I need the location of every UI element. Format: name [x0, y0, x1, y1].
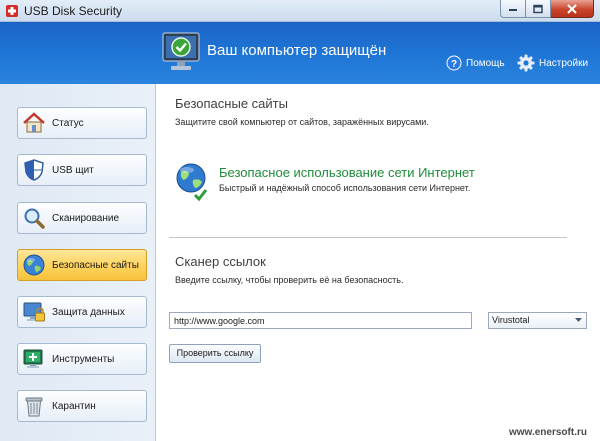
protected-monitor-icon: [162, 32, 200, 70]
sidebar-item-quarantine[interactable]: Карантин: [17, 390, 147, 422]
watermark: www.enersoft.ru: [509, 427, 587, 438]
app-logo-icon: [6, 5, 18, 17]
sidebar-item-tools[interactable]: Инструменты: [17, 343, 147, 375]
help-link[interactable]: ? Помощь: [446, 55, 505, 71]
safe-sites-title: Безопасные сайты: [175, 96, 288, 111]
gear-icon: [517, 54, 535, 72]
monitor-lock-icon: [23, 302, 45, 322]
link-scanner-title: Сканер ссылок: [175, 254, 266, 269]
sidebar-item-label: Инструменты: [52, 353, 115, 365]
help-label: Помощь: [466, 57, 505, 69]
maximize-icon: [533, 4, 543, 13]
protection-status-title: Ваш компьютер защищён: [207, 42, 387, 59]
sidebar-item-status[interactable]: Статус: [17, 107, 147, 139]
sidebar-item-label: USB щит: [52, 164, 94, 176]
safe-internet-title[interactable]: Безопасное использование сети Интернет: [219, 165, 475, 180]
chevron-down-icon: [575, 318, 582, 322]
sidebar-item-label: Безопасные сайты: [52, 259, 139, 271]
main-panel: Безопасные сайты Защитите свой компьютер…: [157, 84, 600, 441]
help-icon: ?: [446, 55, 462, 71]
home-icon: [23, 112, 45, 133]
safe-internet-description: Быстрый и надёжный способ использования …: [219, 183, 471, 193]
sidebar-item-data-protection[interactable]: Защита данных: [17, 296, 147, 328]
sidebar-item-label: Карантин: [52, 400, 96, 412]
status-header: Ваш компьютер защищён ? Помощь Настройки: [0, 22, 600, 84]
sidebar-item-scan[interactable]: Сканирование: [17, 202, 147, 234]
maximize-button[interactable]: [526, 0, 551, 18]
settings-label: Настройки: [539, 57, 589, 69]
window-title: USB Disk Security: [24, 4, 123, 18]
section-divider: [169, 237, 567, 238]
globe-icon: [23, 254, 45, 276]
magnifier-icon: [24, 208, 45, 229]
shield-icon: [24, 159, 44, 181]
safe-internet-globe-icon: [176, 163, 208, 202]
minimize-button[interactable]: [500, 0, 526, 18]
link-scanner-description: Введите ссылку, чтобы проверить её на бе…: [175, 275, 404, 285]
url-input[interactable]: [169, 312, 472, 329]
close-button[interactable]: [551, 0, 594, 18]
minimize-icon: [509, 8, 517, 11]
sidebar-item-label: Защита данных: [52, 306, 125, 318]
title-bar: USB Disk Security: [0, 0, 600, 22]
sidebar-item-label: Сканирование: [52, 212, 120, 224]
check-link-button[interactable]: Проверить ссылку: [169, 344, 261, 363]
svg-text:?: ?: [451, 59, 457, 70]
close-icon: [567, 3, 577, 14]
tools-monitor-icon: [23, 349, 43, 368]
safe-sites-description: Защитите свой компьютер от сайтов, зараж…: [175, 117, 429, 127]
sidebar: Статус USB щит Сканирование Безопасные с…: [0, 84, 156, 441]
scan-service-value: Virustotal: [492, 315, 530, 325]
sidebar-item-usb-shield[interactable]: USB щит: [17, 154, 147, 186]
sidebar-item-label: Статус: [52, 117, 84, 129]
settings-link[interactable]: Настройки: [517, 54, 588, 72]
sidebar-item-safe-sites[interactable]: Безопасные сайты: [17, 249, 147, 281]
trash-bin-icon: [25, 397, 43, 417]
scan-service-select[interactable]: Virustotal: [488, 312, 587, 329]
